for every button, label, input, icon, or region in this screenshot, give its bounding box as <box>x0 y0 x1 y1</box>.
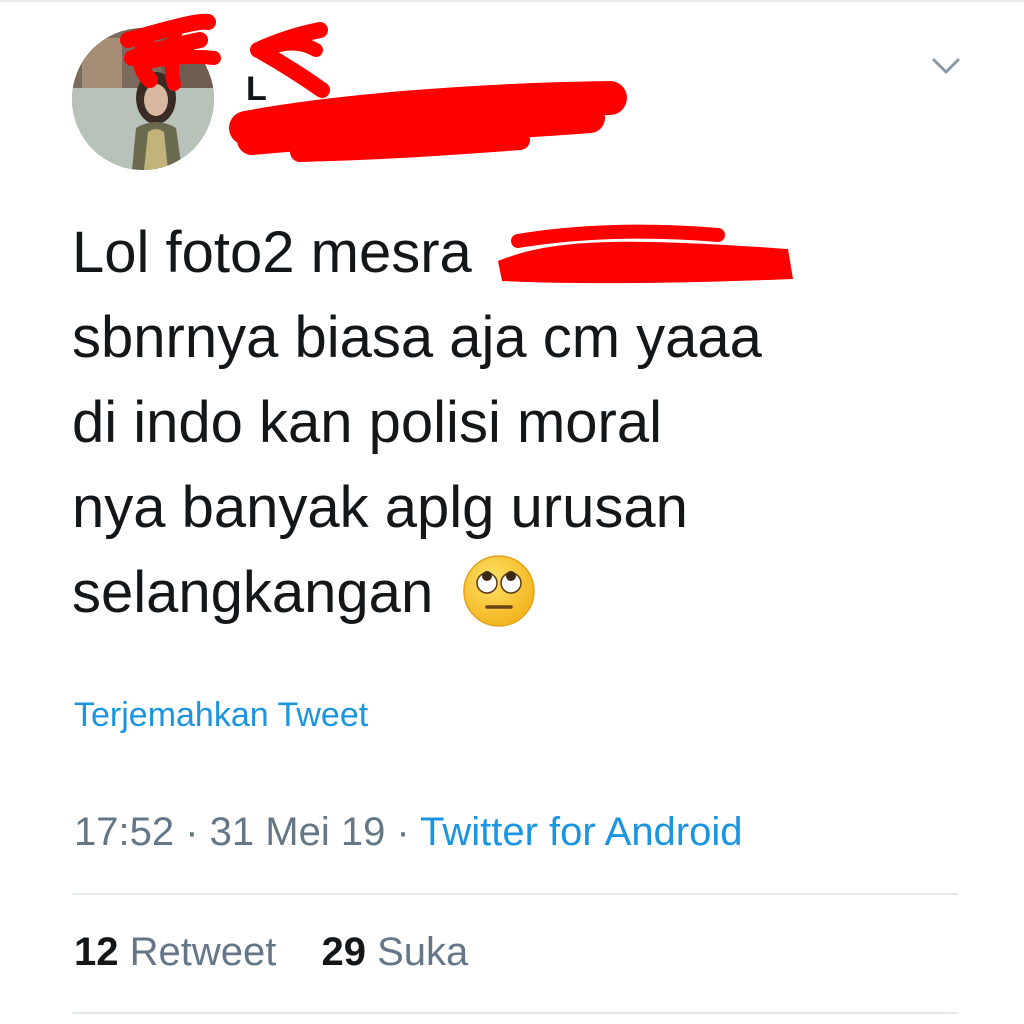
translate-tweet-link[interactable]: Terjemahkan Tweet <box>74 696 368 735</box>
likes-label: Suka <box>377 930 469 974</box>
tweet-text-line-5-wrapper: selangkangan <box>72 550 932 635</box>
tweet-text-line-2: sbnrnya biasa aja cm yaaa <box>72 305 762 370</box>
chevron-down-icon[interactable] <box>926 50 966 80</box>
tweet-source-link[interactable]: Twitter for Android <box>420 810 742 854</box>
author-block[interactable]: L @ 2 <box>240 36 660 176</box>
retweets-label: Retweet <box>129 930 277 974</box>
avatar-photo <box>72 28 214 170</box>
tweet-timestamp[interactable]: 17:52 · 31 Mei 19 · <box>74 810 420 854</box>
face-with-rolling-eyes-emoji <box>461 553 537 629</box>
tweet-text-line-3: di indo kan polisi moral <box>72 390 662 455</box>
tweet-text-line: Lol foto2 mesra <box>72 210 932 295</box>
author-handle[interactable]: @ 2 <box>244 116 307 155</box>
tweet-stats: 12 Retweet 29 Suka <box>74 930 468 975</box>
redacted-word <box>488 224 798 287</box>
likes-stat[interactable]: 29 Suka <box>322 930 469 974</box>
tweet-text-line-5: selangkangan <box>72 560 434 625</box>
retweets-count: 12 <box>74 930 119 974</box>
divider <box>72 893 958 895</box>
avatar[interactable] <box>72 28 214 170</box>
retweets-stat[interactable]: 12 Retweet <box>74 930 288 974</box>
tweet-text-line-1: Lol foto2 mesra <box>72 220 472 285</box>
top-divider <box>0 0 1024 2</box>
divider <box>72 1012 958 1014</box>
likes-count: 29 <box>321 930 367 974</box>
tweet-meta: 17:52 · 31 Mei 19 · Twitter for Android <box>74 810 743 855</box>
author-display-name[interactable]: L <box>246 70 267 109</box>
tweet-text-line-4: nya banyak aplg urusan <box>72 475 688 540</box>
tweet-text: Lol foto2 mesra sbnrnya biasa aja cm yaa… <box>72 210 932 635</box>
